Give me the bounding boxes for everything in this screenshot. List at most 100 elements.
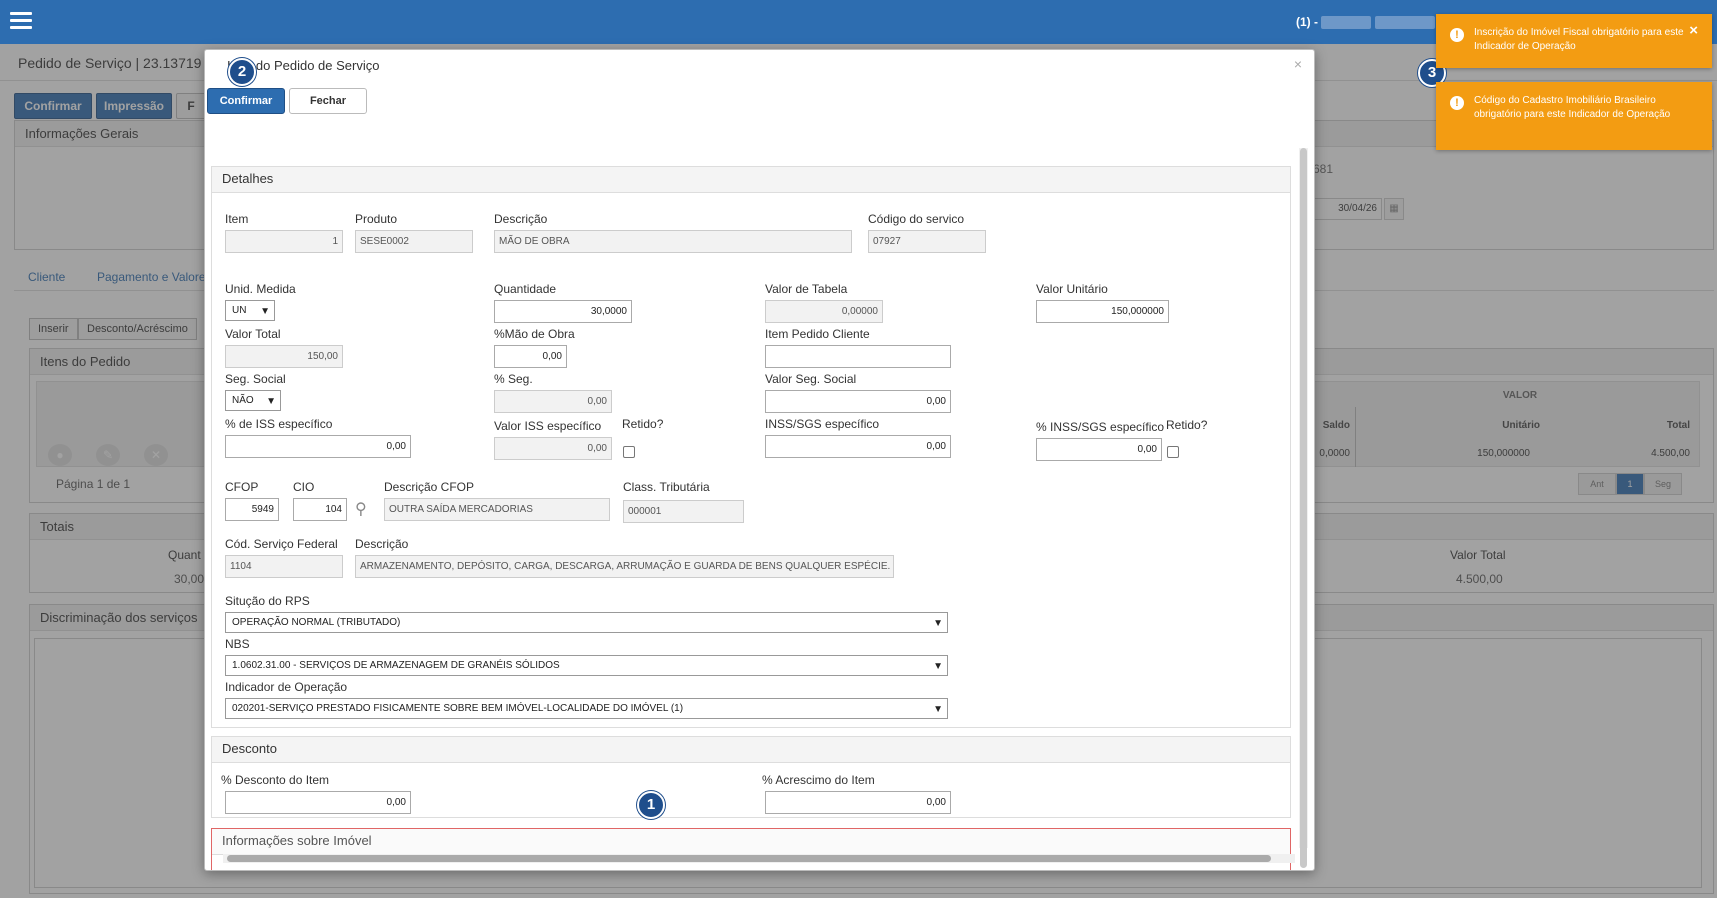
toast-text: Inscrição do Imóvel Fiscal obrigatório p… xyxy=(1474,27,1684,52)
unid-medida-value: UN xyxy=(232,305,247,316)
nbs-select[interactable]: 1.0602.31.00 - SERVIÇOS DE ARMAZENAGEM D… xyxy=(225,655,948,676)
exclamation-icon: ! xyxy=(1450,28,1464,42)
descricao-label: Descrição xyxy=(494,212,548,226)
property-section: Informações sobre Imóvel xyxy=(211,828,1291,870)
valor-seg-social-field[interactable]: 0,00 xyxy=(765,390,951,413)
close-icon[interactable]: × xyxy=(1689,23,1698,38)
chevron-down-icon: ▼ xyxy=(266,396,276,407)
search-icon[interactable]: ⚲ xyxy=(355,499,367,519)
item-field[interactable]: 1 xyxy=(225,230,343,253)
discount-title: Desconto xyxy=(212,737,1290,763)
class-trib-label: Class. Tributária xyxy=(623,480,710,494)
step-badge-1: 1 xyxy=(637,791,665,819)
retido-checkbox[interactable] xyxy=(623,446,635,458)
pct-iss-field[interactable]: 0,00 xyxy=(225,435,411,458)
desconto-label: % Desconto do Item xyxy=(221,773,330,787)
valor-iss-field[interactable]: 0,00 xyxy=(494,437,612,460)
valor-iss-label: Valor ISS específico xyxy=(494,419,602,433)
cio-label: CIO xyxy=(293,480,315,494)
user-info[interactable]: (1) - xyxy=(1296,15,1435,30)
produto-field[interactable]: SESE0002 xyxy=(355,230,473,253)
seg-social-select[interactable]: NÃO ▼ xyxy=(225,390,281,411)
valor-tabela-field[interactable]: 0,00000 xyxy=(765,300,883,323)
pct-inss-label: % INSS/SGS específico xyxy=(1036,420,1165,434)
vertical-scrollbar[interactable] xyxy=(1299,148,1308,868)
acrescimo-label: % Acrescimo do Item xyxy=(762,773,875,787)
pct-iss-label: % de ISS específico xyxy=(225,417,333,431)
valor-unitario-label: Valor Unitário xyxy=(1036,282,1108,296)
chevron-down-icon: ▼ xyxy=(260,306,270,317)
pct-seg-field[interactable]: 0,00 xyxy=(494,390,612,413)
valor-total-label: Valor Total xyxy=(225,327,281,341)
produto-label: Produto xyxy=(355,212,398,226)
hamburger-menu-icon[interactable] xyxy=(10,12,32,30)
item-dialog: Item do Pedido de Serviço × Confirmar Fe… xyxy=(204,49,1315,871)
mao-obra-label: %Mão de Obra xyxy=(494,327,575,341)
scroll-thumb[interactable] xyxy=(227,855,1271,862)
item-pedido-cliente-field[interactable] xyxy=(765,345,951,368)
retido-checkbox[interactable] xyxy=(1167,446,1179,458)
seg-social-label: Seg. Social xyxy=(225,372,286,386)
chevron-down-icon: ▼ xyxy=(933,704,943,715)
codigo-servico-label: Código do servico xyxy=(868,212,965,226)
descricao-field[interactable]: MÃO DE OBRA xyxy=(494,230,852,253)
valor-unitario-field[interactable]: 150,000000 xyxy=(1036,300,1169,323)
desc-cfop-label: Descrição CFOP xyxy=(384,480,475,494)
toast-error-1: ! Inscrição do Imóvel Fiscal obrigatório… xyxy=(1436,14,1712,68)
scroll-thumb[interactable] xyxy=(1300,148,1307,868)
valor-seg-social-label: Valor Seg. Social xyxy=(765,372,857,386)
inss-sgs-field[interactable]: 0,00 xyxy=(765,435,951,458)
retido-label: Retido? xyxy=(1166,418,1208,432)
user-prefix: (1) - xyxy=(1296,15,1318,29)
quantidade-field[interactable]: 30,0000 xyxy=(494,300,632,323)
dialog-close-button[interactable]: Fechar xyxy=(289,88,367,114)
cod-serv-fed-field[interactable]: 1104 xyxy=(225,555,343,578)
step-badge-2: 2 xyxy=(228,58,256,86)
redacted-block xyxy=(1321,16,1372,30)
inss-sgs-label: INSS/SGS específico xyxy=(765,417,880,431)
cfop-field[interactable]: 5949 xyxy=(225,498,279,521)
valor-total-field[interactable]: 150,00 xyxy=(225,345,343,368)
retido-label: Retido? xyxy=(622,417,664,431)
close-icon[interactable]: × xyxy=(1294,56,1302,72)
cio-field[interactable]: 104 xyxy=(293,498,347,521)
descricao2-label: Descrição xyxy=(355,537,409,551)
item-label: Item xyxy=(225,212,249,226)
dialog-content: Detalhes Item 1 Produto SESE0002 Descriç… xyxy=(205,114,1305,870)
situacao-rps-label: Situção do RPS xyxy=(225,594,310,608)
nbs-label: NBS xyxy=(225,637,250,651)
quantidade-label: Quantidade xyxy=(494,282,557,296)
cfop-label: CFOP xyxy=(225,480,259,494)
situacao-rps-value: OPERAÇÃO NORMAL (TRIBUTADO) xyxy=(232,617,401,628)
pct-inss-field[interactable]: 0,00 xyxy=(1036,438,1162,461)
valor-tabela-label: Valor de Tabela xyxy=(765,282,848,296)
chevron-down-icon: ▼ xyxy=(933,618,943,629)
toast-text: Código do Cadastro Imobiliário Brasileir… xyxy=(1474,95,1671,120)
indicador-value: 020201-SERVIÇO PRESTADO FISICAMENTE SOBR… xyxy=(232,703,684,714)
acrescimo-field[interactable]: 0,00 xyxy=(765,791,951,814)
desc-cfop-field[interactable]: OUTRA SAÍDA MERCADORIAS xyxy=(384,498,610,521)
chevron-down-icon: ▼ xyxy=(933,661,943,672)
details-title: Detalhes xyxy=(212,167,1290,193)
nbs-value: 1.0602.31.00 - SERVIÇOS DE ARMAZENAGEM D… xyxy=(232,660,560,671)
codigo-servico-field[interactable]: 07927 xyxy=(868,230,986,253)
indicador-label: Indicador de Operação xyxy=(225,680,348,694)
toast-error-2: ! Código do Cadastro Imobiliário Brasile… xyxy=(1436,82,1712,150)
descricao2-field[interactable]: ARMAZENAMENTO, DEPÓSITO, CARGA, DESCARGA… xyxy=(355,555,894,578)
item-pedido-cliente-label: Item Pedido Cliente xyxy=(765,327,870,341)
property-title: Informações sobre Imóvel xyxy=(212,829,1290,855)
seg-social-value: NÃO xyxy=(232,395,254,406)
pct-seg-label: % Seg. xyxy=(494,372,533,386)
cod-serv-fed-label: Cód. Serviço Federal xyxy=(225,537,338,551)
dialog-confirm-button[interactable]: Confirmar xyxy=(207,88,285,114)
class-trib-field[interactable]: 000001 xyxy=(623,500,744,523)
redacted-block xyxy=(1374,16,1435,30)
indicador-select[interactable]: 020201-SERVIÇO PRESTADO FISICAMENTE SOBR… xyxy=(225,698,948,719)
horizontal-scrollbar[interactable] xyxy=(223,854,1295,863)
exclamation-icon: ! xyxy=(1450,96,1464,110)
situacao-rps-select[interactable]: OPERAÇÃO NORMAL (TRIBUTADO) ▼ xyxy=(225,612,948,633)
desconto-field[interactable]: 0,00 xyxy=(225,791,411,814)
unid-medida-label: Unid. Medida xyxy=(225,282,296,296)
mao-obra-field[interactable]: 0,00 xyxy=(494,345,567,368)
unid-medida-select[interactable]: UN ▼ xyxy=(225,300,275,321)
